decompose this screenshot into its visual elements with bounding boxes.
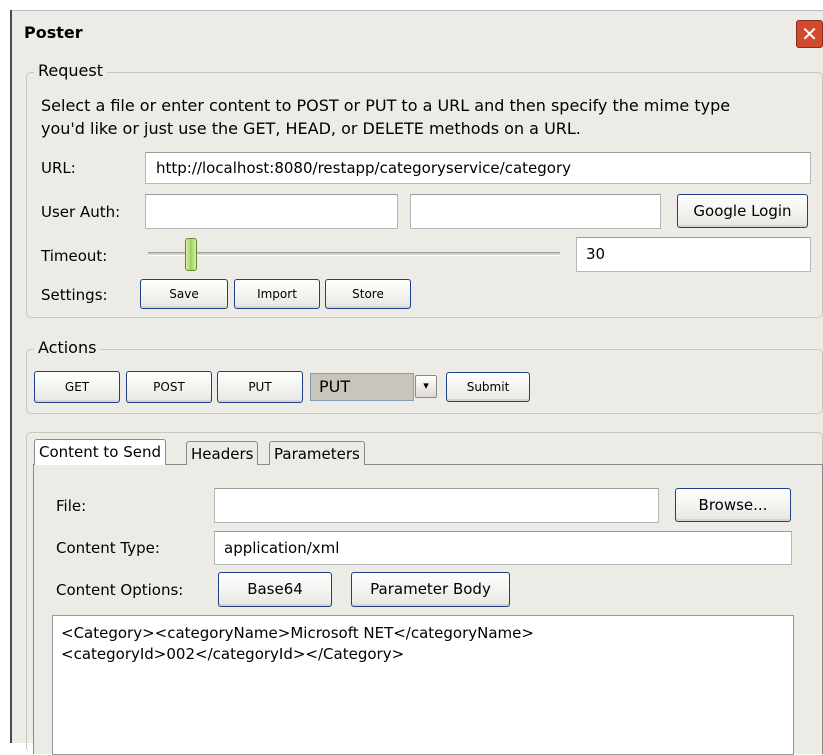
url-input[interactable]: http://localhost:8080/restapp/categoryse… [145,152,811,184]
password-input[interactable] [410,194,661,229]
content-body-line2: <categoryId>002</categoryId></Category> [61,645,405,663]
tab-content-to-send[interactable]: Content to Send [34,439,167,465]
title-bar[interactable] [10,12,823,48]
get-button[interactable]: GET [34,371,120,403]
timeout-slider-thumb[interactable] [185,238,198,271]
file-label: File: [56,497,87,515]
username-input[interactable] [145,194,398,229]
tab-parameters[interactable]: Parameters [269,441,365,465]
chevron-down-icon[interactable]: ▾ [415,375,437,398]
google-login-button[interactable]: Google Login [677,194,808,228]
file-input[interactable] [214,488,659,523]
request-description-line2: you'd like or just use the GET, HEAD, or… [41,119,581,138]
url-label: URL: [41,159,76,177]
tab-headers[interactable]: Headers [186,441,259,465]
user-auth-label: User Auth: [41,203,121,221]
post-button[interactable]: POST [126,371,212,403]
content-type-value: application/xml [224,539,340,557]
actions-legend: Actions [34,338,101,357]
timeout-slider-track[interactable] [148,252,560,256]
method-select-value: PUT [319,377,351,396]
content-body-textarea[interactable]: <Category><categoryName>Microsoft NET</c… [52,615,794,755]
request-description-line1: Select a file or enter content to POST o… [41,96,731,115]
base64-button[interactable]: Base64 [218,572,332,607]
window-left-edge [10,10,12,743]
content-type-input[interactable]: application/xml [214,531,792,565]
method-select[interactable]: PUT [310,373,414,401]
submit-button[interactable]: Submit [446,372,530,402]
timeout-label: Timeout: [41,247,108,265]
parameter-body-button[interactable]: Parameter Body [351,572,510,607]
content-body-line1: <Category><categoryName>Microsoft NET</c… [61,624,534,642]
timeout-value: 30 [586,245,606,263]
close-icon[interactable]: ✕ [796,20,823,48]
settings-label: Settings: [41,286,108,304]
browse-button[interactable]: Browse... [675,488,791,522]
window-title: Poster [24,23,83,42]
content-options-label: Content Options: [56,581,184,599]
content-type-label: Content Type: [56,539,160,557]
request-legend: Request [34,61,107,80]
store-button[interactable]: Store [325,279,411,309]
url-value: http://localhost:8080/restapp/categoryse… [156,159,571,177]
save-button[interactable]: Save [140,279,228,309]
import-button[interactable]: Import [234,279,320,309]
put-button[interactable]: PUT [217,371,303,403]
timeout-input[interactable]: 30 [576,237,811,272]
